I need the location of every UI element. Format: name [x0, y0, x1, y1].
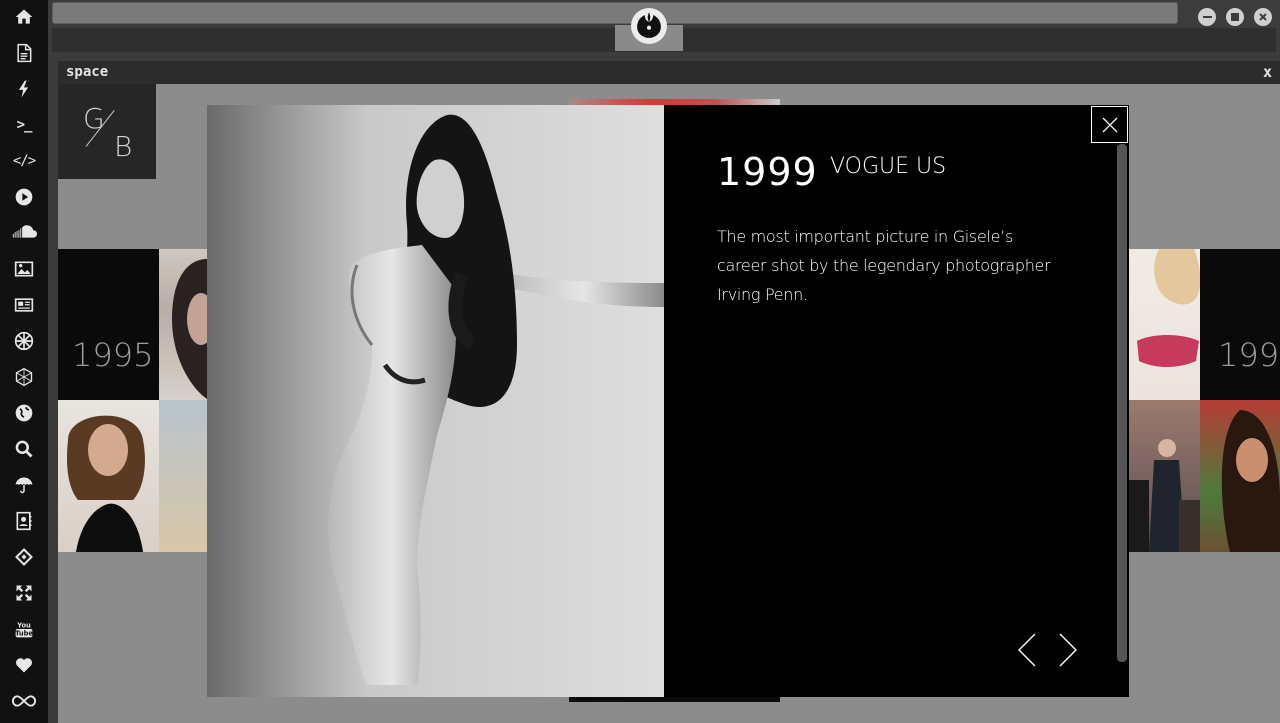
- chevron-right-icon: [1059, 633, 1077, 667]
- soundcloud-icon[interactable]: [0, 216, 48, 250]
- infinity-icon[interactable]: [0, 684, 48, 718]
- window-title: space: [66, 64, 109, 80]
- terminal-label: >_: [16, 117, 33, 133]
- window-title-bar: space x: [58, 61, 1280, 84]
- terminal-icon[interactable]: >_: [0, 108, 48, 142]
- top-bar: [48, 0, 1280, 56]
- window-close-button[interactable]: x: [1263, 63, 1272, 81]
- logo-letter-g: G: [83, 102, 105, 135]
- maximize-button[interactable]: [1226, 8, 1244, 26]
- youtube-icon[interactable]: You Tube: [0, 612, 48, 646]
- chevron-left-icon: [1018, 633, 1036, 667]
- timeline-year-tile[interactable]: 1997: [1200, 249, 1280, 400]
- photo-modal: [207, 105, 1129, 697]
- modal-year: 1999: [717, 150, 818, 194]
- play-icon[interactable]: [0, 180, 48, 214]
- close-icon: [1102, 117, 1117, 132]
- timeline-photo[interactable]: [159, 400, 207, 552]
- timeline-year-label: 1995: [72, 336, 154, 374]
- hexagon-icon[interactable]: [0, 360, 48, 394]
- gb-logo[interactable]: G B: [58, 84, 156, 179]
- svg-text:Tube: Tube: [15, 630, 33, 638]
- address-bar[interactable]: [52, 2, 1178, 24]
- umbrella-icon[interactable]: [0, 468, 48, 502]
- expand-icon[interactable]: [0, 576, 48, 610]
- globe-icon[interactable]: [0, 396, 48, 430]
- svg-text:You: You: [16, 621, 31, 629]
- lightning-icon[interactable]: [0, 72, 48, 106]
- modal-photo: [207, 105, 664, 697]
- modal-description: The most important picture in Gisele’s c…: [717, 227, 1051, 304]
- timeline-photo[interactable]: [1200, 400, 1280, 552]
- timeline-photo[interactable]: [1129, 249, 1200, 400]
- modal-magazine: VOGUE US: [830, 154, 947, 179]
- close-window-button[interactable]: [1254, 8, 1272, 26]
- timeline-year-label: 1997: [1218, 336, 1280, 374]
- code-icon[interactable]: </>: [0, 144, 48, 178]
- timeline-photo[interactable]: [58, 400, 159, 552]
- code-label: </>: [12, 153, 36, 169]
- search-icon[interactable]: [0, 432, 48, 466]
- next-photo-button[interactable]: [1057, 632, 1079, 668]
- timeline-photo[interactable]: [1129, 400, 1200, 552]
- news-icon[interactable]: [0, 288, 48, 322]
- app-sidebar: >_ </> You Tube: [0, 0, 48, 723]
- document-icon[interactable]: [0, 36, 48, 70]
- timeline-year-tile[interactable]: 1995: [58, 249, 159, 400]
- prev-photo-button[interactable]: [1016, 632, 1038, 668]
- contacts-icon[interactable]: [0, 504, 48, 538]
- heart-icon[interactable]: [0, 648, 48, 682]
- image-icon[interactable]: [0, 252, 48, 286]
- modal-scrollbar[interactable]: [1117, 144, 1127, 662]
- rebel-alliance-logo-icon[interactable]: [631, 8, 667, 44]
- home-icon[interactable]: [0, 0, 48, 34]
- logo-letter-b: B: [114, 130, 133, 163]
- tag-icon[interactable]: [0, 540, 48, 574]
- modal-close-button[interactable]: [1091, 106, 1128, 143]
- empire-icon[interactable]: [0, 324, 48, 358]
- minimize-button[interactable]: [1198, 8, 1216, 26]
- timeline-photo[interactable]: [159, 249, 207, 400]
